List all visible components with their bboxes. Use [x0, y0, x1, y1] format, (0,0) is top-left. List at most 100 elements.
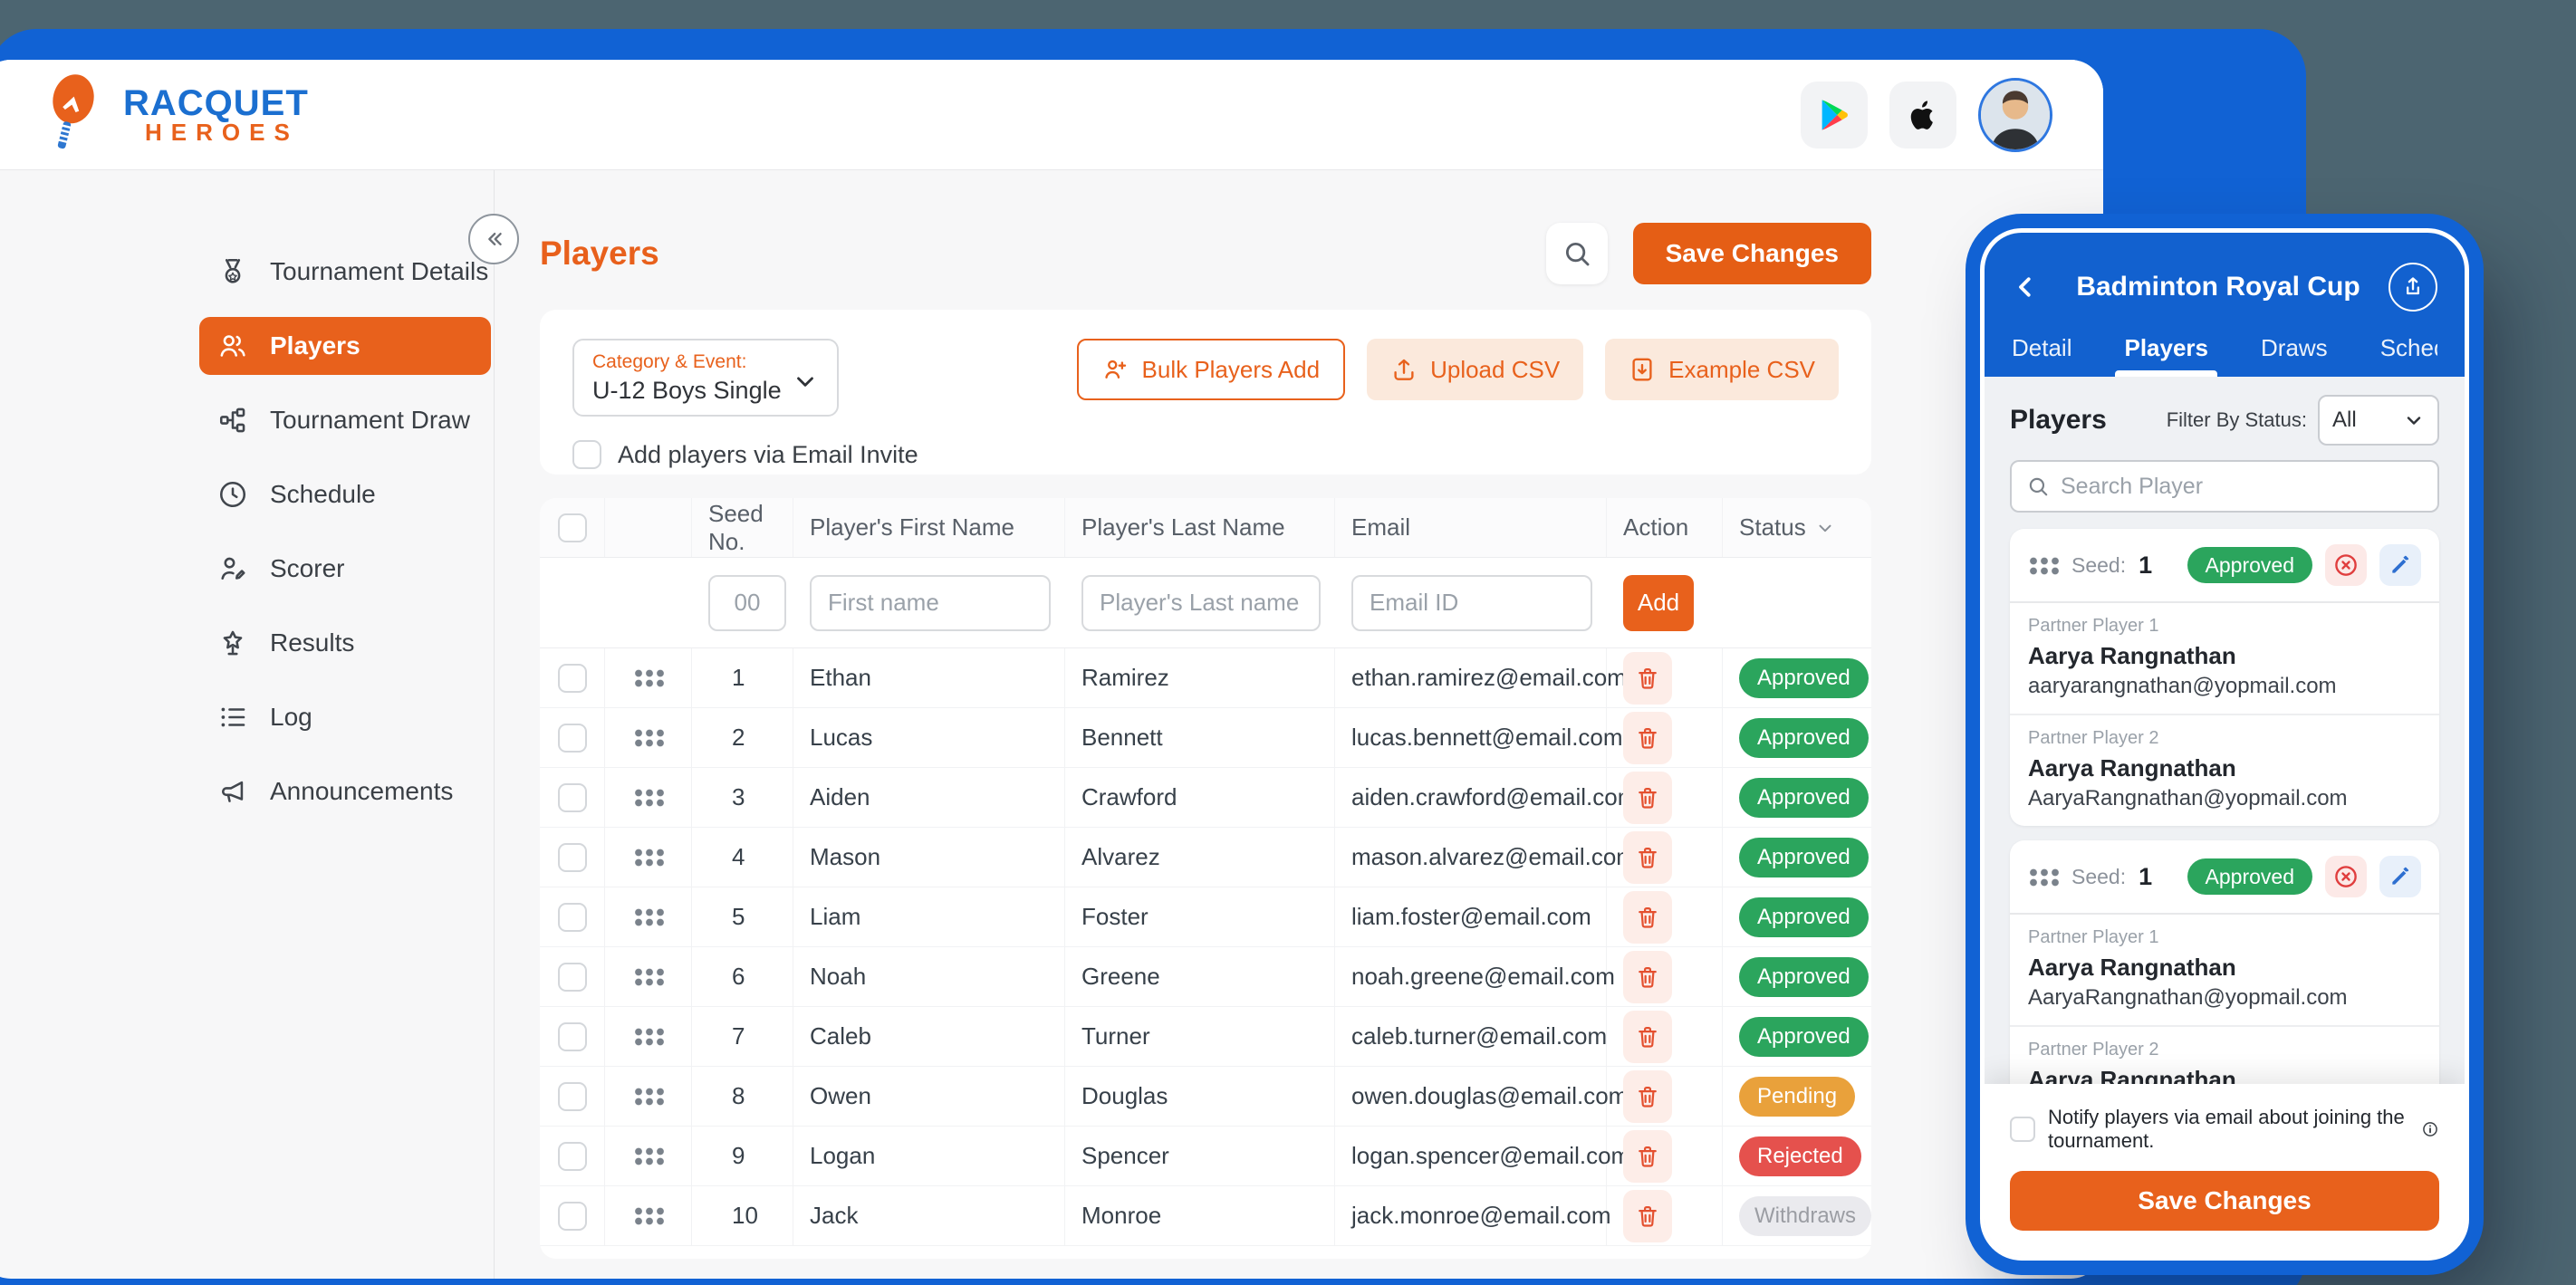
- trash-icon: [1635, 1203, 1660, 1230]
- back-button[interactable]: [2012, 273, 2048, 301]
- tab-schedule[interactable]: Schedule: [2380, 334, 2437, 377]
- delete-row-button[interactable]: [1623, 891, 1672, 944]
- delete-row-button[interactable]: [1623, 951, 1672, 1003]
- email-input[interactable]: [1351, 575, 1592, 631]
- table-row: 3 Aiden Crawford aiden.crawford@email.co…: [540, 768, 1871, 828]
- drag-handle-icon[interactable]: [633, 1027, 664, 1046]
- panel-section-title: Players: [2010, 405, 2107, 436]
- brand-logo[interactable]: RACQUET HEROES: [36, 74, 309, 156]
- trash-icon: [1635, 844, 1660, 871]
- row-checkbox[interactable]: [558, 724, 587, 753]
- trash-icon: [1635, 724, 1660, 752]
- sidebar-item-scorer[interactable]: Scorer: [199, 540, 491, 598]
- search-icon: [1562, 238, 1592, 269]
- status-badge: Approved: [2187, 547, 2312, 583]
- drag-handle-icon[interactable]: [2028, 868, 2059, 887]
- reject-player-button[interactable]: [2325, 544, 2367, 586]
- cell-seed: 2: [692, 708, 793, 767]
- drag-handle-icon[interactable]: [633, 1206, 664, 1225]
- sidebar-item-schedule[interactable]: Schedule: [199, 465, 491, 523]
- drag-handle-icon[interactable]: [633, 967, 664, 986]
- drag-handle-icon[interactable]: [633, 788, 664, 807]
- sidebar-item-tournament-draw[interactable]: Tournament Draw: [199, 391, 491, 449]
- table-row: 8 Owen Douglas owen.douglas@email.com: [540, 1067, 1871, 1127]
- apple-store-button[interactable]: [1889, 82, 1956, 149]
- sidebar-item-results[interactable]: Results: [199, 614, 491, 672]
- share-button[interactable]: [2389, 263, 2437, 312]
- row-checkbox[interactable]: [558, 664, 587, 693]
- filter-status-select[interactable]: All: [2318, 395, 2439, 446]
- drag-handle-icon[interactable]: [633, 907, 664, 926]
- delete-row-button[interactable]: [1623, 712, 1672, 764]
- delete-row-button[interactable]: [1623, 1190, 1672, 1242]
- row-checkbox[interactable]: [558, 843, 587, 872]
- user-avatar[interactable]: [1978, 78, 2052, 152]
- sidebar-item-log[interactable]: Log: [199, 688, 491, 746]
- upload-csv-label: Upload CSV: [1430, 356, 1560, 384]
- table-row: 2 Lucas Bennett lucas.bennett@email.com: [540, 708, 1871, 768]
- search-button[interactable]: [1546, 223, 1608, 284]
- trash-icon: [1635, 964, 1660, 991]
- apple-icon: [1905, 97, 1941, 133]
- players-toolbar-card: Category & Event: U-12 Boys Single Bulk …: [540, 310, 1871, 475]
- status-badge: Approved: [1739, 1017, 1869, 1057]
- drag-handle-icon[interactable]: [633, 1146, 664, 1165]
- delete-row-button[interactable]: [1623, 831, 1672, 884]
- delete-row-button[interactable]: [1623, 1130, 1672, 1183]
- sidebar-item-players[interactable]: Players: [199, 317, 491, 375]
- email-invite-checkbox[interactable]: [572, 440, 601, 469]
- row-checkbox[interactable]: [558, 783, 587, 812]
- avatar-image: [1981, 81, 2050, 149]
- tab-players[interactable]: Players: [2124, 334, 2208, 377]
- reject-player-button[interactable]: [2325, 856, 2367, 897]
- collapse-sidebar-button[interactable]: [468, 214, 519, 264]
- cell-last-name: Bennett: [1065, 708, 1335, 767]
- partner-name: Aarya Rangnathan: [2028, 642, 2421, 670]
- drag-handle-icon[interactable]: [633, 848, 664, 867]
- row-checkbox[interactable]: [558, 1142, 587, 1171]
- seed-input[interactable]: [708, 575, 786, 631]
- delete-row-button[interactable]: [1623, 772, 1672, 824]
- row-checkbox[interactable]: [558, 903, 587, 932]
- drag-handle-icon[interactable]: [633, 668, 664, 687]
- google-play-button[interactable]: [1801, 82, 1868, 149]
- google-play-icon: [1816, 97, 1852, 133]
- drag-handle-icon[interactable]: [633, 728, 664, 747]
- notify-checkbox[interactable]: [2010, 1117, 2035, 1142]
- edit-player-button[interactable]: [2379, 856, 2421, 897]
- tab-draws[interactable]: Draws: [2261, 334, 2328, 377]
- row-checkbox[interactable]: [558, 963, 587, 992]
- add-player-button[interactable]: Add: [1623, 575, 1694, 631]
- cell-first-name: Jack: [793, 1186, 1065, 1245]
- drag-handle-icon[interactable]: [633, 1087, 664, 1106]
- trash-icon: [1635, 904, 1660, 931]
- select-all-checkbox[interactable]: [558, 513, 587, 542]
- delete-row-button[interactable]: [1623, 1011, 1672, 1063]
- trash-icon: [1635, 1023, 1660, 1050]
- filter-value: All: [2332, 408, 2403, 433]
- last-name-input[interactable]: [1081, 575, 1321, 631]
- row-checkbox[interactable]: [558, 1202, 587, 1231]
- edit-player-button[interactable]: [2379, 544, 2421, 586]
- draw-icon: [217, 405, 248, 436]
- panel-save-changes-button[interactable]: Save Changes: [2010, 1171, 2439, 1231]
- row-checkbox[interactable]: [558, 1082, 587, 1111]
- table-row: 9 Logan Spencer logan.spencer@email.com: [540, 1127, 1871, 1186]
- delete-row-button[interactable]: [1623, 1070, 1672, 1123]
- first-name-input[interactable]: [810, 575, 1051, 631]
- bulk-players-add-button[interactable]: Bulk Players Add: [1077, 339, 1346, 400]
- drag-handle-icon[interactable]: [2028, 556, 2059, 575]
- sidebar-item-tournament-details[interactable]: Tournament Details: [199, 243, 491, 301]
- sidebar-item-announcements[interactable]: Announcements: [199, 762, 491, 820]
- player-search-box: [2010, 460, 2439, 513]
- save-changes-button[interactable]: Save Changes: [1633, 223, 1871, 284]
- delete-row-button[interactable]: [1623, 652, 1672, 705]
- upload-csv-button[interactable]: Upload CSV: [1367, 339, 1583, 400]
- category-event-select[interactable]: Category & Event: U-12 Boys Single: [572, 339, 839, 417]
- tab-detail[interactable]: Detail: [2012, 334, 2071, 377]
- row-checkbox[interactable]: [558, 1022, 587, 1051]
- header-status[interactable]: Status: [1723, 498, 1871, 557]
- cell-seed: 7: [692, 1007, 793, 1066]
- player-search-input[interactable]: [2061, 474, 2423, 500]
- example-csv-button[interactable]: Example CSV: [1605, 339, 1839, 400]
